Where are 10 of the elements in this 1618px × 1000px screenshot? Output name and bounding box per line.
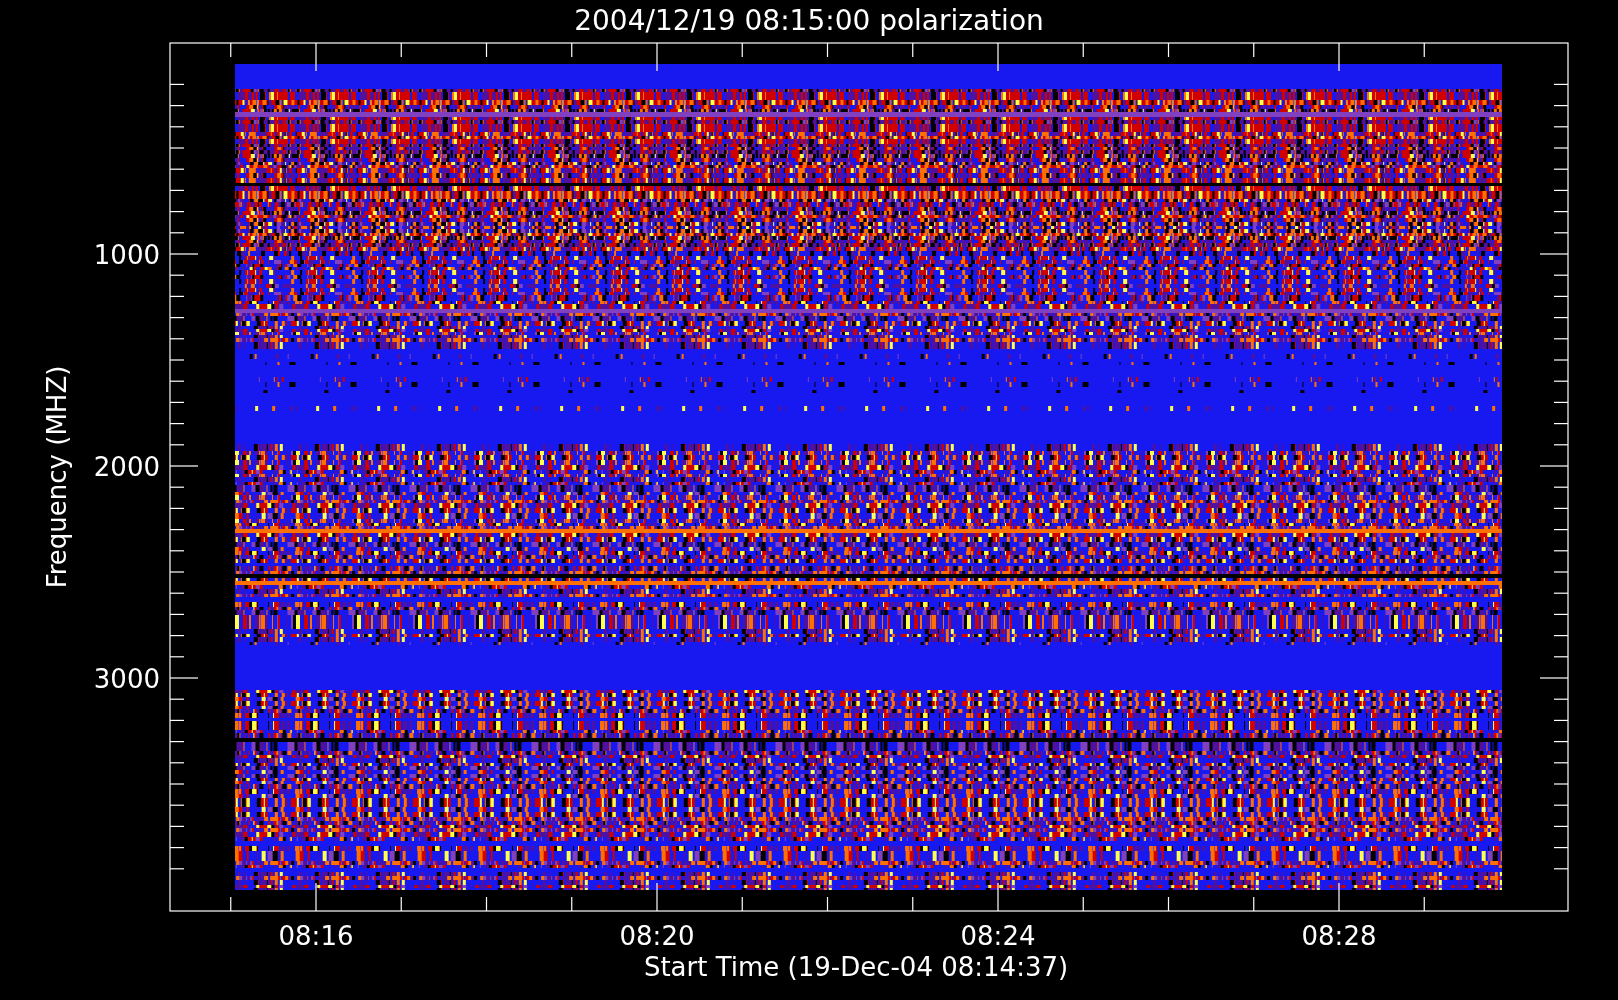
x-tick-label: 08:20 — [619, 921, 695, 951]
x-axis-label: Start Time (19-Dec-04 08:14:37) — [643, 952, 1069, 982]
x-tick-label: 08:28 — [1301, 921, 1377, 951]
y-tick-label: 2000 — [93, 452, 160, 482]
plot-title: 2004/12/19 08:15:00 polarization — [574, 4, 1044, 37]
y-axis-label: Frequency (MHZ) — [42, 365, 72, 589]
y-tick-label: 1000 — [93, 240, 160, 270]
x-tick-label: 08:16 — [278, 921, 354, 951]
y-tick-label: 3000 — [93, 664, 160, 694]
x-tick-label: 08:24 — [960, 921, 1036, 951]
